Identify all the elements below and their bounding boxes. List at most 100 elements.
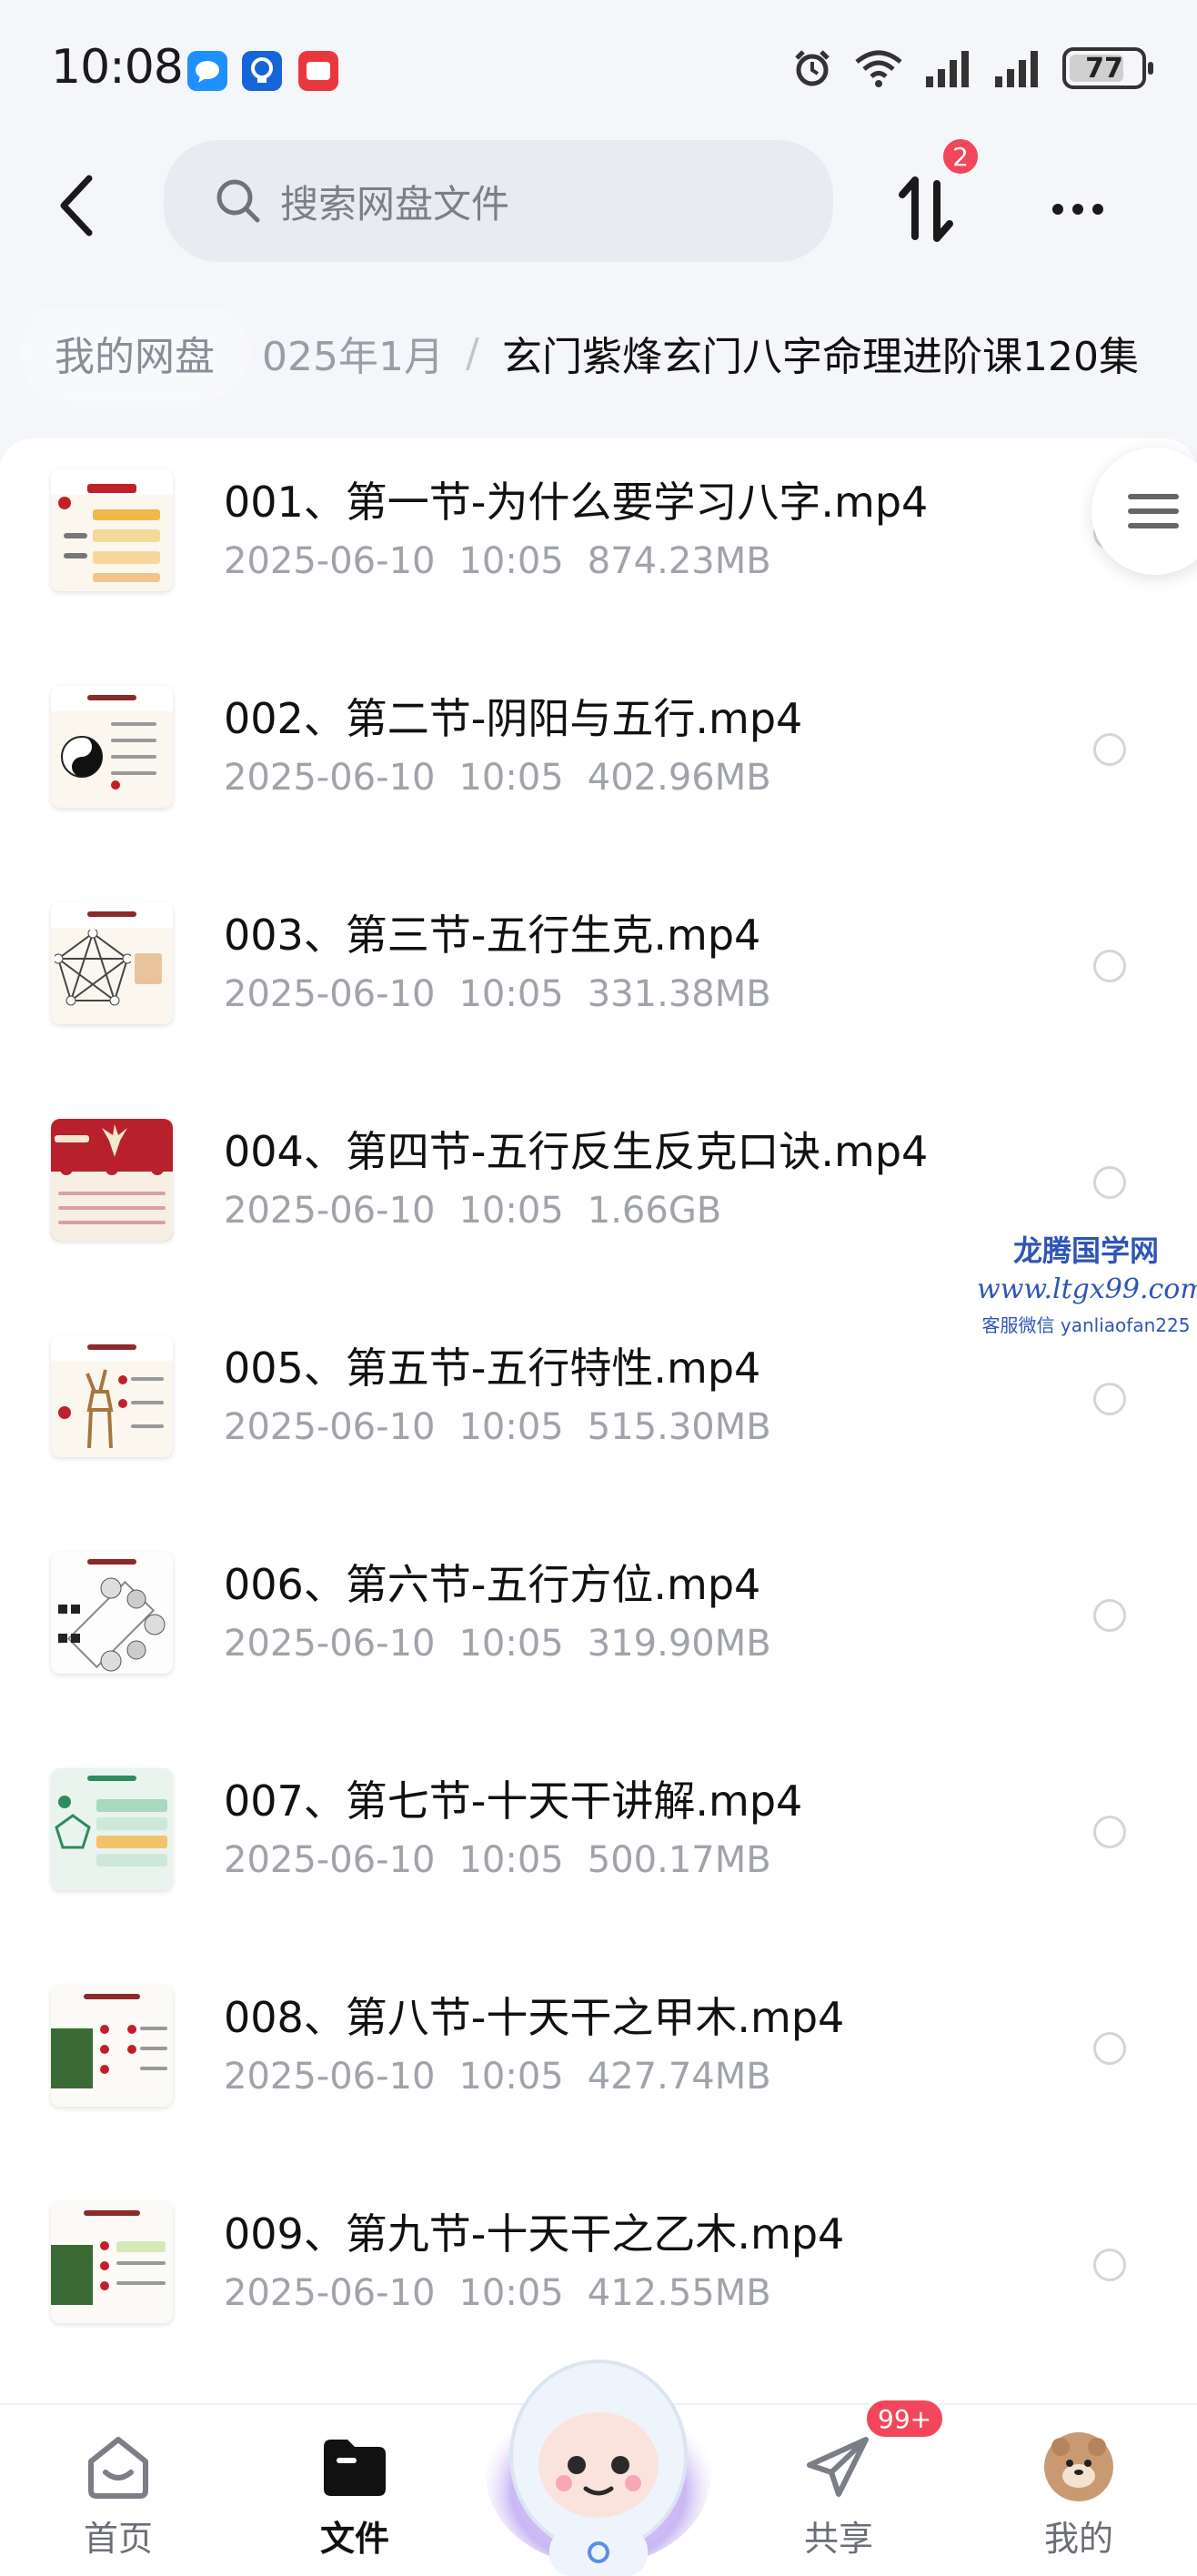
menu-line-icon [1128, 494, 1179, 499]
file-date: 2025-06-10 [224, 2056, 436, 2098]
file-meta: 2025-06-10 10:05 402.96MB [224, 757, 795, 799]
select-checkbox[interactable] [1093, 1383, 1126, 1415]
watermark: 龙腾国学网 www.ltgx99.com 客服微信 yanliaofan225 [977, 1228, 1197, 1337]
transfer-icon [899, 176, 953, 242]
nav-home-label: 首页 [83, 2519, 153, 2559]
file-date: 2025-06-10 [224, 1190, 436, 1232]
select-checkbox[interactable] [1093, 2032, 1126, 2065]
file-row[interactable]: 003、第三节-五行生克.mp4 2025-06-10 10:05 331.38MB [0, 886, 1197, 1102]
breadcrumb-root[interactable]: 我的网盘 [25, 309, 244, 397]
file-date: 2025-06-10 [224, 1623, 436, 1665]
paper-plane-icon [802, 2430, 875, 2503]
video-thumbnail [51, 1985, 173, 2107]
file-name: 001、第一节-为什么要学习八字.mp4 [224, 478, 929, 527]
video-thumbnail [51, 1768, 173, 1890]
file-size: 331.38MB [587, 973, 771, 1015]
transfer-button[interactable] [891, 173, 964, 246]
select-checkbox[interactable] [1093, 950, 1126, 982]
video-app-icon [298, 51, 338, 91]
file-time: 10:05 [458, 1406, 564, 1448]
video-thumbnail [51, 469, 173, 591]
header: 搜索网盘文件 2 [0, 136, 1197, 273]
signal-icon [926, 51, 969, 87]
file-meta: 2025-06-10 10:05 331.38MB [224, 973, 795, 1015]
file-row[interactable]: 005、第五节-五行特性.mp4 2025-06-10 10:05 515.30MB [0, 1319, 1197, 1535]
back-button[interactable] [44, 169, 109, 242]
search-icon [216, 179, 260, 223]
more-options-button[interactable] [1037, 182, 1119, 236]
file-size: 515.30MB [587, 1406, 771, 1448]
breadcrumb-current: 玄门紫烽玄门八字命理进阶课120集 [502, 334, 1139, 380]
menu-line-icon [1128, 523, 1179, 528]
status-time: 10:08 [51, 40, 184, 95]
messages-app-icon [187, 51, 227, 91]
status-icons: 77 [791, 47, 1153, 89]
battery-level: 77 [1085, 52, 1123, 85]
breadcrumb-item-year[interactable]: 025年1月 [262, 309, 444, 397]
select-checkbox[interactable] [1093, 1166, 1126, 1199]
file-date: 2025-06-10 [224, 973, 436, 1015]
select-checkbox[interactable] [1093, 1599, 1126, 1632]
file-name: 008、第八节-十天干之甲木.mp4 [224, 1993, 845, 2042]
file-name: 006、第六节-五行方位.mp4 [224, 1560, 761, 1609]
status-bar: 10:08 77 [0, 0, 1197, 136]
select-checkbox[interactable] [1093, 733, 1126, 766]
file-meta: 2025-06-10 10:05 319.90MB [224, 1623, 795, 1665]
file-row[interactable]: 008、第八节-十天干之甲木.mp4 2025-06-10 10:05 427.74… [0, 1968, 1197, 2185]
select-checkbox[interactable] [1093, 1816, 1126, 1848]
file-time: 10:05 [458, 540, 564, 582]
nav-home[interactable]: 首页 [45, 2430, 191, 2559]
more-dot-icon [1052, 204, 1063, 215]
file-row[interactable]: 006、第六节-五行方位.mp4 2025-06-10 10:05 319.90MB [0, 1535, 1197, 1752]
watermark-url: www.ltgx99.com [977, 1273, 1197, 1305]
file-time: 10:05 [458, 1623, 564, 1665]
file-time: 10:05 [458, 973, 564, 1015]
search-placeholder: 搜索网盘文件 [280, 181, 510, 226]
alarm-icon [795, 50, 830, 86]
file-time: 10:05 [458, 757, 564, 799]
nav-me-label: 我的 [1043, 2519, 1113, 2559]
file-time: 10:05 [458, 2272, 564, 2314]
nav-me[interactable]: 我的 [1006, 2430, 1152, 2559]
file-meta: 2025-06-10 10:05 427.74MB [224, 2056, 795, 2098]
file-row[interactable]: 002、第二节-阴阳与五行.mp4 2025-06-10 10:05 402.96M… [0, 669, 1197, 886]
select-checkbox[interactable] [1093, 2249, 1126, 2281]
video-thumbnail [51, 902, 173, 1024]
chevron-left-icon [60, 175, 93, 236]
battery-icon: 77 [1062, 47, 1153, 89]
file-name: 007、第七节-十天干讲解.mp4 [224, 1776, 803, 1826]
file-date: 2025-06-10 [224, 2272, 436, 2314]
file-list: 001、第一节-为什么要学习八字.mp4 2025-06-10 10:05 874.… [0, 438, 1197, 2403]
breadcrumb: 025年1月 / 玄门紫烽玄门八字命理进阶课120集 我的网盘 [0, 309, 1197, 418]
breadcrumb-separator: / [466, 329, 479, 377]
file-name: 003、第三节-五行生克.mp4 [224, 911, 761, 960]
nav-files[interactable]: 文件 [282, 2430, 428, 2559]
file-date: 2025-06-10 [224, 1406, 436, 1448]
watermark-title: 龙腾国学网 [1012, 1233, 1159, 1268]
share-badge: 99+ [864, 2398, 946, 2440]
file-meta: 2025-06-10 10:05 412.55MB [224, 2272, 795, 2314]
file-size: 402.96MB [587, 757, 771, 799]
video-thumbnail [51, 1552, 173, 1674]
menu-line-icon [1128, 508, 1179, 514]
assistant-mascot-button[interactable] [480, 2338, 717, 2576]
file-date: 2025-06-10 [224, 540, 436, 582]
video-thumbnail [51, 1335, 173, 1457]
file-size: 427.74MB [587, 2056, 771, 2098]
lightbulb-app-icon [242, 51, 282, 91]
nav-files-label: 文件 [319, 2519, 389, 2559]
file-meta: 2025-06-10 10:05 874.23MB [224, 540, 795, 582]
file-meta: 2025-06-10 10:05 515.30MB [224, 1406, 795, 1448]
wifi-icon [855, 50, 902, 87]
nav-share[interactable]: 共享 [766, 2430, 911, 2559]
signal-icon [995, 51, 1038, 87]
video-thumbnail [51, 2201, 173, 2323]
folder-icon [318, 2430, 391, 2503]
nav-share-label: 共享 [803, 2519, 873, 2559]
search-input[interactable]: 搜索网盘文件 [164, 140, 833, 262]
home-icon [82, 2430, 155, 2503]
file-row[interactable]: 001、第一节-为什么要学习八字.mp4 2025-06-10 10:05 874.… [0, 453, 1197, 669]
file-meta: 2025-06-10 10:05 1.66GB [224, 1190, 745, 1232]
file-row[interactable]: 007、第七节-十天干讲解.mp4 2025-06-10 10:05 500.17M… [0, 1752, 1197, 1968]
video-thumbnail [51, 686, 173, 808]
